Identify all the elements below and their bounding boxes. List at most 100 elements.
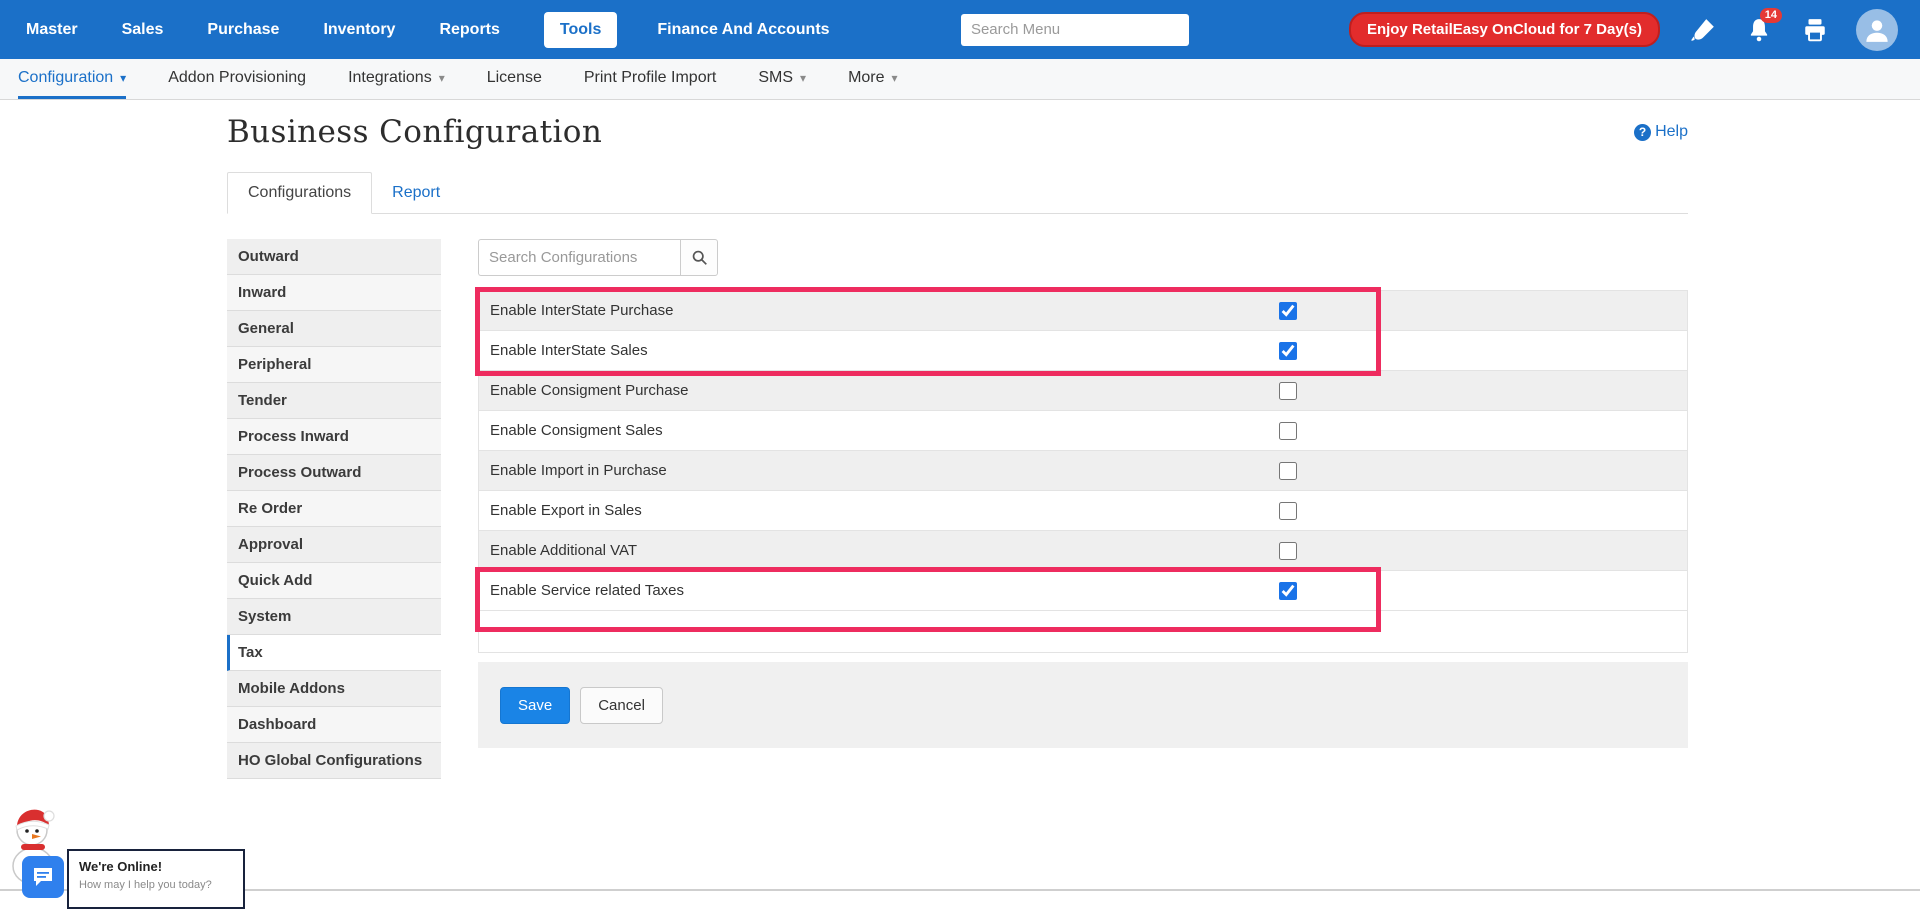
chat-status-box[interactable]: We're Online! How may I help you today? xyxy=(67,849,245,909)
search-icon xyxy=(691,249,708,266)
sidebar-item-general[interactable]: General xyxy=(227,311,441,347)
sidebar-item-re-order[interactable]: Re Order xyxy=(227,491,441,527)
config-content: Enable InterState Purchase Enable InterS… xyxy=(478,239,1688,779)
config-row-label: Enable Import in Purchase xyxy=(490,462,667,479)
additional-vat-checkbox[interactable] xyxy=(1279,542,1297,560)
chevron-down-icon: ▾ xyxy=(800,71,806,85)
sidebar-item-tax[interactable]: Tax xyxy=(227,635,441,671)
subnav-label: Configuration xyxy=(18,69,113,87)
export-in-sales-checkbox[interactable] xyxy=(1279,502,1297,520)
cancel-button[interactable]: Cancel xyxy=(580,687,663,724)
brush-icon xyxy=(1690,17,1716,43)
config-row-label: Enable Export in Sales xyxy=(490,502,642,519)
config-row-interstate-sales: Enable InterState Sales xyxy=(479,331,1687,371)
subnav-item-addon-provisioning[interactable]: Addon Provisioning xyxy=(168,59,306,99)
subnav-item-sms[interactable]: SMS ▾ xyxy=(758,59,806,99)
save-button[interactable]: Save xyxy=(500,687,570,724)
chat-status-text: We're Online! xyxy=(79,859,233,874)
tab-report[interactable]: Report xyxy=(372,173,460,213)
config-row-interstate-purchase: Enable InterState Purchase xyxy=(479,291,1687,331)
help-link[interactable]: ? Help xyxy=(1634,123,1688,141)
config-row-label: Enable Service related Taxes xyxy=(490,582,684,599)
notifications-bell[interactable]: 14 xyxy=(1746,17,1772,43)
form-actions-bar: Save Cancel xyxy=(478,662,1688,748)
config-row-label: Enable Consigment Sales xyxy=(490,422,663,439)
subnav-label: Print Profile Import xyxy=(584,69,716,87)
configurations-layout: Outward Inward General Peripheral Tender… xyxy=(227,239,1688,779)
user-avatar[interactable] xyxy=(1856,9,1898,51)
sidebar-item-peripheral[interactable]: Peripheral xyxy=(227,347,441,383)
interstate-purchase-checkbox[interactable] xyxy=(1279,302,1297,320)
subnav-item-print-profile-import[interactable]: Print Profile Import xyxy=(584,59,716,99)
subnav-label: SMS xyxy=(758,69,793,87)
service-related-taxes-checkbox[interactable] xyxy=(1279,582,1297,600)
sidebar-item-dashboard[interactable]: Dashboard xyxy=(227,707,441,743)
menu-item-purchase[interactable]: Purchase xyxy=(207,21,279,39)
sidebar-item-mobile-addons[interactable]: Mobile Addons xyxy=(227,671,441,707)
config-row-label: Enable InterState Sales xyxy=(490,342,648,359)
trial-promo-button[interactable]: Enjoy RetailEasy OnCloud for 7 Day(s) xyxy=(1349,12,1660,47)
sidebar-item-quick-add[interactable]: Quick Add xyxy=(227,563,441,599)
page-title: Business Configuration xyxy=(227,114,602,150)
menu-item-inventory[interactable]: Inventory xyxy=(323,21,395,39)
config-category-menu: Outward Inward General Peripheral Tender… xyxy=(227,239,441,779)
sidebar-item-approval[interactable]: Approval xyxy=(227,527,441,563)
consigment-sales-checkbox[interactable] xyxy=(1279,422,1297,440)
search-menu-input[interactable] xyxy=(961,14,1189,46)
subnav-item-more[interactable]: More ▾ xyxy=(848,59,897,99)
subnav-label: More xyxy=(848,69,884,87)
chat-message-text: How may I help you today? xyxy=(79,879,233,891)
search-configurations-input[interactable] xyxy=(478,239,680,276)
config-row-import-in-purchase: Enable Import in Purchase xyxy=(479,451,1687,491)
config-options-list: Enable InterState Purchase Enable InterS… xyxy=(478,290,1688,653)
page-header: Business Configuration ? Help xyxy=(227,114,1688,150)
consigment-purchase-checkbox[interactable] xyxy=(1279,382,1297,400)
subnav-label: Addon Provisioning xyxy=(168,69,306,87)
sidebar-item-system[interactable]: System xyxy=(227,599,441,635)
subnav-label: License xyxy=(487,69,542,87)
subnav-item-license[interactable]: License xyxy=(487,59,542,99)
config-row-additional-vat: Enable Additional VAT xyxy=(479,531,1687,571)
config-row-label: Enable Consigment Purchase xyxy=(490,382,688,399)
top-navigation-bar: Master Sales Purchase Inventory Reports … xyxy=(0,0,1920,59)
notification-count-badge: 14 xyxy=(1760,8,1782,23)
subnav-item-integrations[interactable]: Integrations ▾ xyxy=(348,59,445,99)
chat-launcher-button[interactable] xyxy=(22,856,64,898)
tab-configurations[interactable]: Configurations xyxy=(227,172,372,214)
secondary-navigation-bar: Configuration ▾ Addon Provisioning Integ… xyxy=(0,59,1920,100)
main-menu: Master Sales Purchase Inventory Reports … xyxy=(26,12,874,48)
config-row-label: Enable Additional VAT xyxy=(490,542,637,559)
theme-brush-icon[interactable] xyxy=(1690,17,1716,43)
tab-bar: Configurations Report xyxy=(227,172,1688,214)
interstate-sales-checkbox[interactable] xyxy=(1279,342,1297,360)
subnav-label: Integrations xyxy=(348,69,432,87)
menu-item-sales[interactable]: Sales xyxy=(122,21,164,39)
printer-icon xyxy=(1802,17,1828,43)
search-button[interactable] xyxy=(680,239,718,276)
sidebar-item-ho-global-configurations[interactable]: HO Global Configurations xyxy=(227,743,441,779)
config-row-consigment-purchase: Enable Consigment Purchase xyxy=(479,371,1687,411)
config-row-service-related-taxes: Enable Service related Taxes xyxy=(479,571,1687,611)
config-row-label: Enable InterState Purchase xyxy=(490,302,673,319)
menu-item-reports[interactable]: Reports xyxy=(439,21,499,39)
business-configuration-page: Business Configuration ? Help Configurat… xyxy=(227,100,1688,779)
user-icon xyxy=(1862,15,1892,45)
chevron-down-icon: ▾ xyxy=(892,71,898,85)
help-label: Help xyxy=(1655,123,1688,141)
chevron-down-icon: ▾ xyxy=(120,71,126,85)
subnav-item-configuration[interactable]: Configuration ▾ xyxy=(18,59,126,99)
sidebar-item-outward[interactable]: Outward xyxy=(227,239,441,275)
sidebar-item-process-outward[interactable]: Process Outward xyxy=(227,455,441,491)
config-search-group xyxy=(478,239,1688,276)
sidebar-item-process-inward[interactable]: Process Inward xyxy=(227,419,441,455)
help-question-icon: ? xyxy=(1634,124,1651,141)
import-in-purchase-checkbox[interactable] xyxy=(1279,462,1297,480)
chat-bubble-icon xyxy=(31,865,55,889)
menu-item-tools[interactable]: Tools xyxy=(544,12,617,48)
sidebar-item-inward[interactable]: Inward xyxy=(227,275,441,311)
print-button[interactable] xyxy=(1802,17,1828,43)
menu-item-master[interactable]: Master xyxy=(26,21,78,39)
sidebar-item-tender[interactable]: Tender xyxy=(227,383,441,419)
config-row-consigment-sales: Enable Consigment Sales xyxy=(479,411,1687,451)
menu-item-finance-and-accounts[interactable]: Finance And Accounts xyxy=(657,21,829,39)
